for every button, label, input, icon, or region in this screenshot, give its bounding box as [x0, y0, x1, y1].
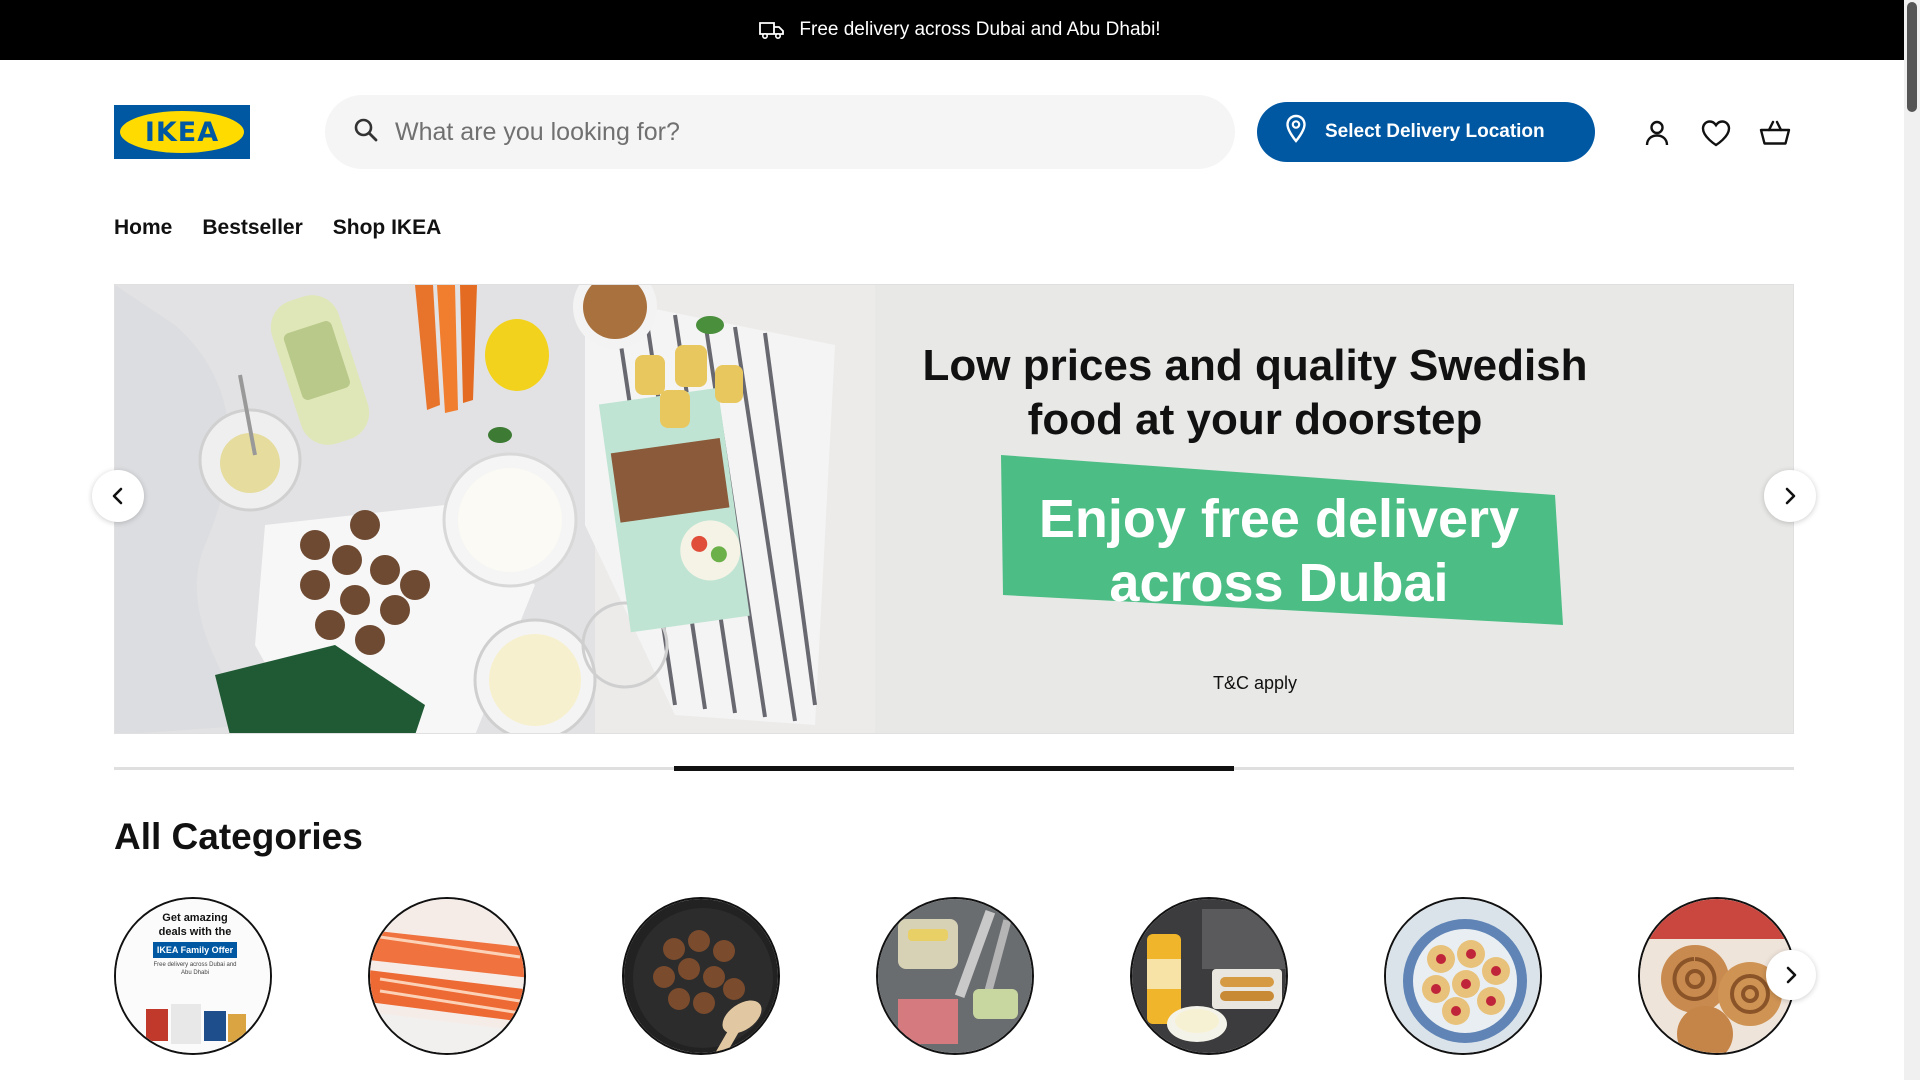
account-icon[interactable]	[1639, 115, 1675, 151]
salmon-image	[370, 899, 524, 1053]
heart-biscuits-image	[1386, 899, 1540, 1053]
ikea-logo[interactable]: IKEA	[114, 105, 250, 159]
promo-banner[interactable]: Enjoy free delivery across Dubai	[995, 455, 1563, 625]
hero-title: Low prices and quality Swedish food at y…	[875, 339, 1635, 447]
announcement-bar: Free delivery across Dubai and Abu Dhabi…	[0, 0, 1920, 60]
site-header: IKEA Select Delivery Location	[114, 95, 1794, 169]
logo-oval: IKEA	[120, 111, 244, 153]
category-carousel: Get amazing deals with the IKEA Family O…	[114, 897, 1816, 1057]
location-pin-icon	[1285, 114, 1307, 150]
kitchen-utensils-image	[878, 899, 1032, 1053]
search-icon[interactable]	[353, 117, 379, 148]
sauce-and-snacks-image	[1132, 899, 1286, 1053]
scrollbar-thumb[interactable]	[1907, 2, 1917, 112]
family-offer-caption-line2: deals with the	[158, 926, 232, 938]
cart-icon[interactable]	[1757, 115, 1793, 151]
carousel-progress-indicator	[673, 766, 1234, 771]
chevron-right-icon	[1786, 966, 1797, 984]
search-bar[interactable]	[325, 95, 1235, 169]
nav-bestseller[interactable]: Bestseller	[202, 216, 302, 240]
select-delivery-location-button[interactable]: Select Delivery Location	[1257, 102, 1595, 162]
wishlist-icon[interactable]	[1698, 115, 1734, 151]
nav-shop-ikea[interactable]: Shop IKEA	[333, 216, 442, 240]
category-heart-biscuits[interactable]	[1384, 897, 1542, 1055]
delivery-button-label: Select Delivery Location	[1325, 121, 1545, 142]
hero-food-photo	[115, 285, 875, 733]
truck-icon	[759, 20, 785, 40]
family-offer-badge: IKEA Family Offer	[152, 942, 238, 958]
category-salmon[interactable]	[368, 897, 526, 1055]
main-nav: Home Bestseller Shop IKEA	[114, 216, 441, 240]
hero-title-line1: Low prices and quality Swedish	[922, 341, 1588, 390]
family-offer-caption: Get amazing deals with the IKEA Family O…	[116, 911, 270, 977]
nav-home[interactable]: Home	[114, 216, 172, 240]
carousel-prev-button[interactable]	[92, 470, 144, 522]
promo-text: Enjoy free delivery across Dubai	[995, 487, 1563, 615]
category-kitchen-utensils[interactable]	[876, 897, 1034, 1055]
promo-line2: across Dubai	[1109, 553, 1449, 613]
terms-note: T&C apply	[1212, 673, 1298, 693]
family-offer-caption-line1: Get amazing	[162, 912, 228, 924]
announcement-text: Free delivery across Dubai and Abu Dhabi…	[799, 19, 1161, 40]
hero-banner[interactable]: Low prices and quality Swedish food at y…	[114, 284, 1794, 734]
meatballs-image	[624, 899, 778, 1053]
carousel-next-button[interactable]	[1764, 470, 1816, 522]
category-sauce-and-snacks[interactable]	[1130, 897, 1288, 1055]
family-offer-fine-print: Free delivery across Dubai and Abu Dhabi	[153, 962, 237, 976]
logo-text: IKEA	[144, 116, 220, 148]
chevron-right-icon	[1785, 487, 1796, 505]
chevron-left-icon	[112, 487, 123, 505]
promo-line1: Enjoy free delivery	[1038, 489, 1520, 549]
search-input[interactable]	[395, 117, 1175, 147]
categories-title: All Categories	[114, 816, 363, 857]
hero-title-line2: food at your doorstep	[1027, 395, 1483, 444]
categories-next-button[interactable]	[1766, 950, 1816, 1000]
category-ikea-family-offer[interactable]: Get amazing deals with the IKEA Family O…	[114, 897, 272, 1055]
carousel-progress[interactable]	[114, 766, 1794, 771]
page-scrollbar[interactable]	[1904, 0, 1920, 1080]
category-meatballs[interactable]	[622, 897, 780, 1055]
